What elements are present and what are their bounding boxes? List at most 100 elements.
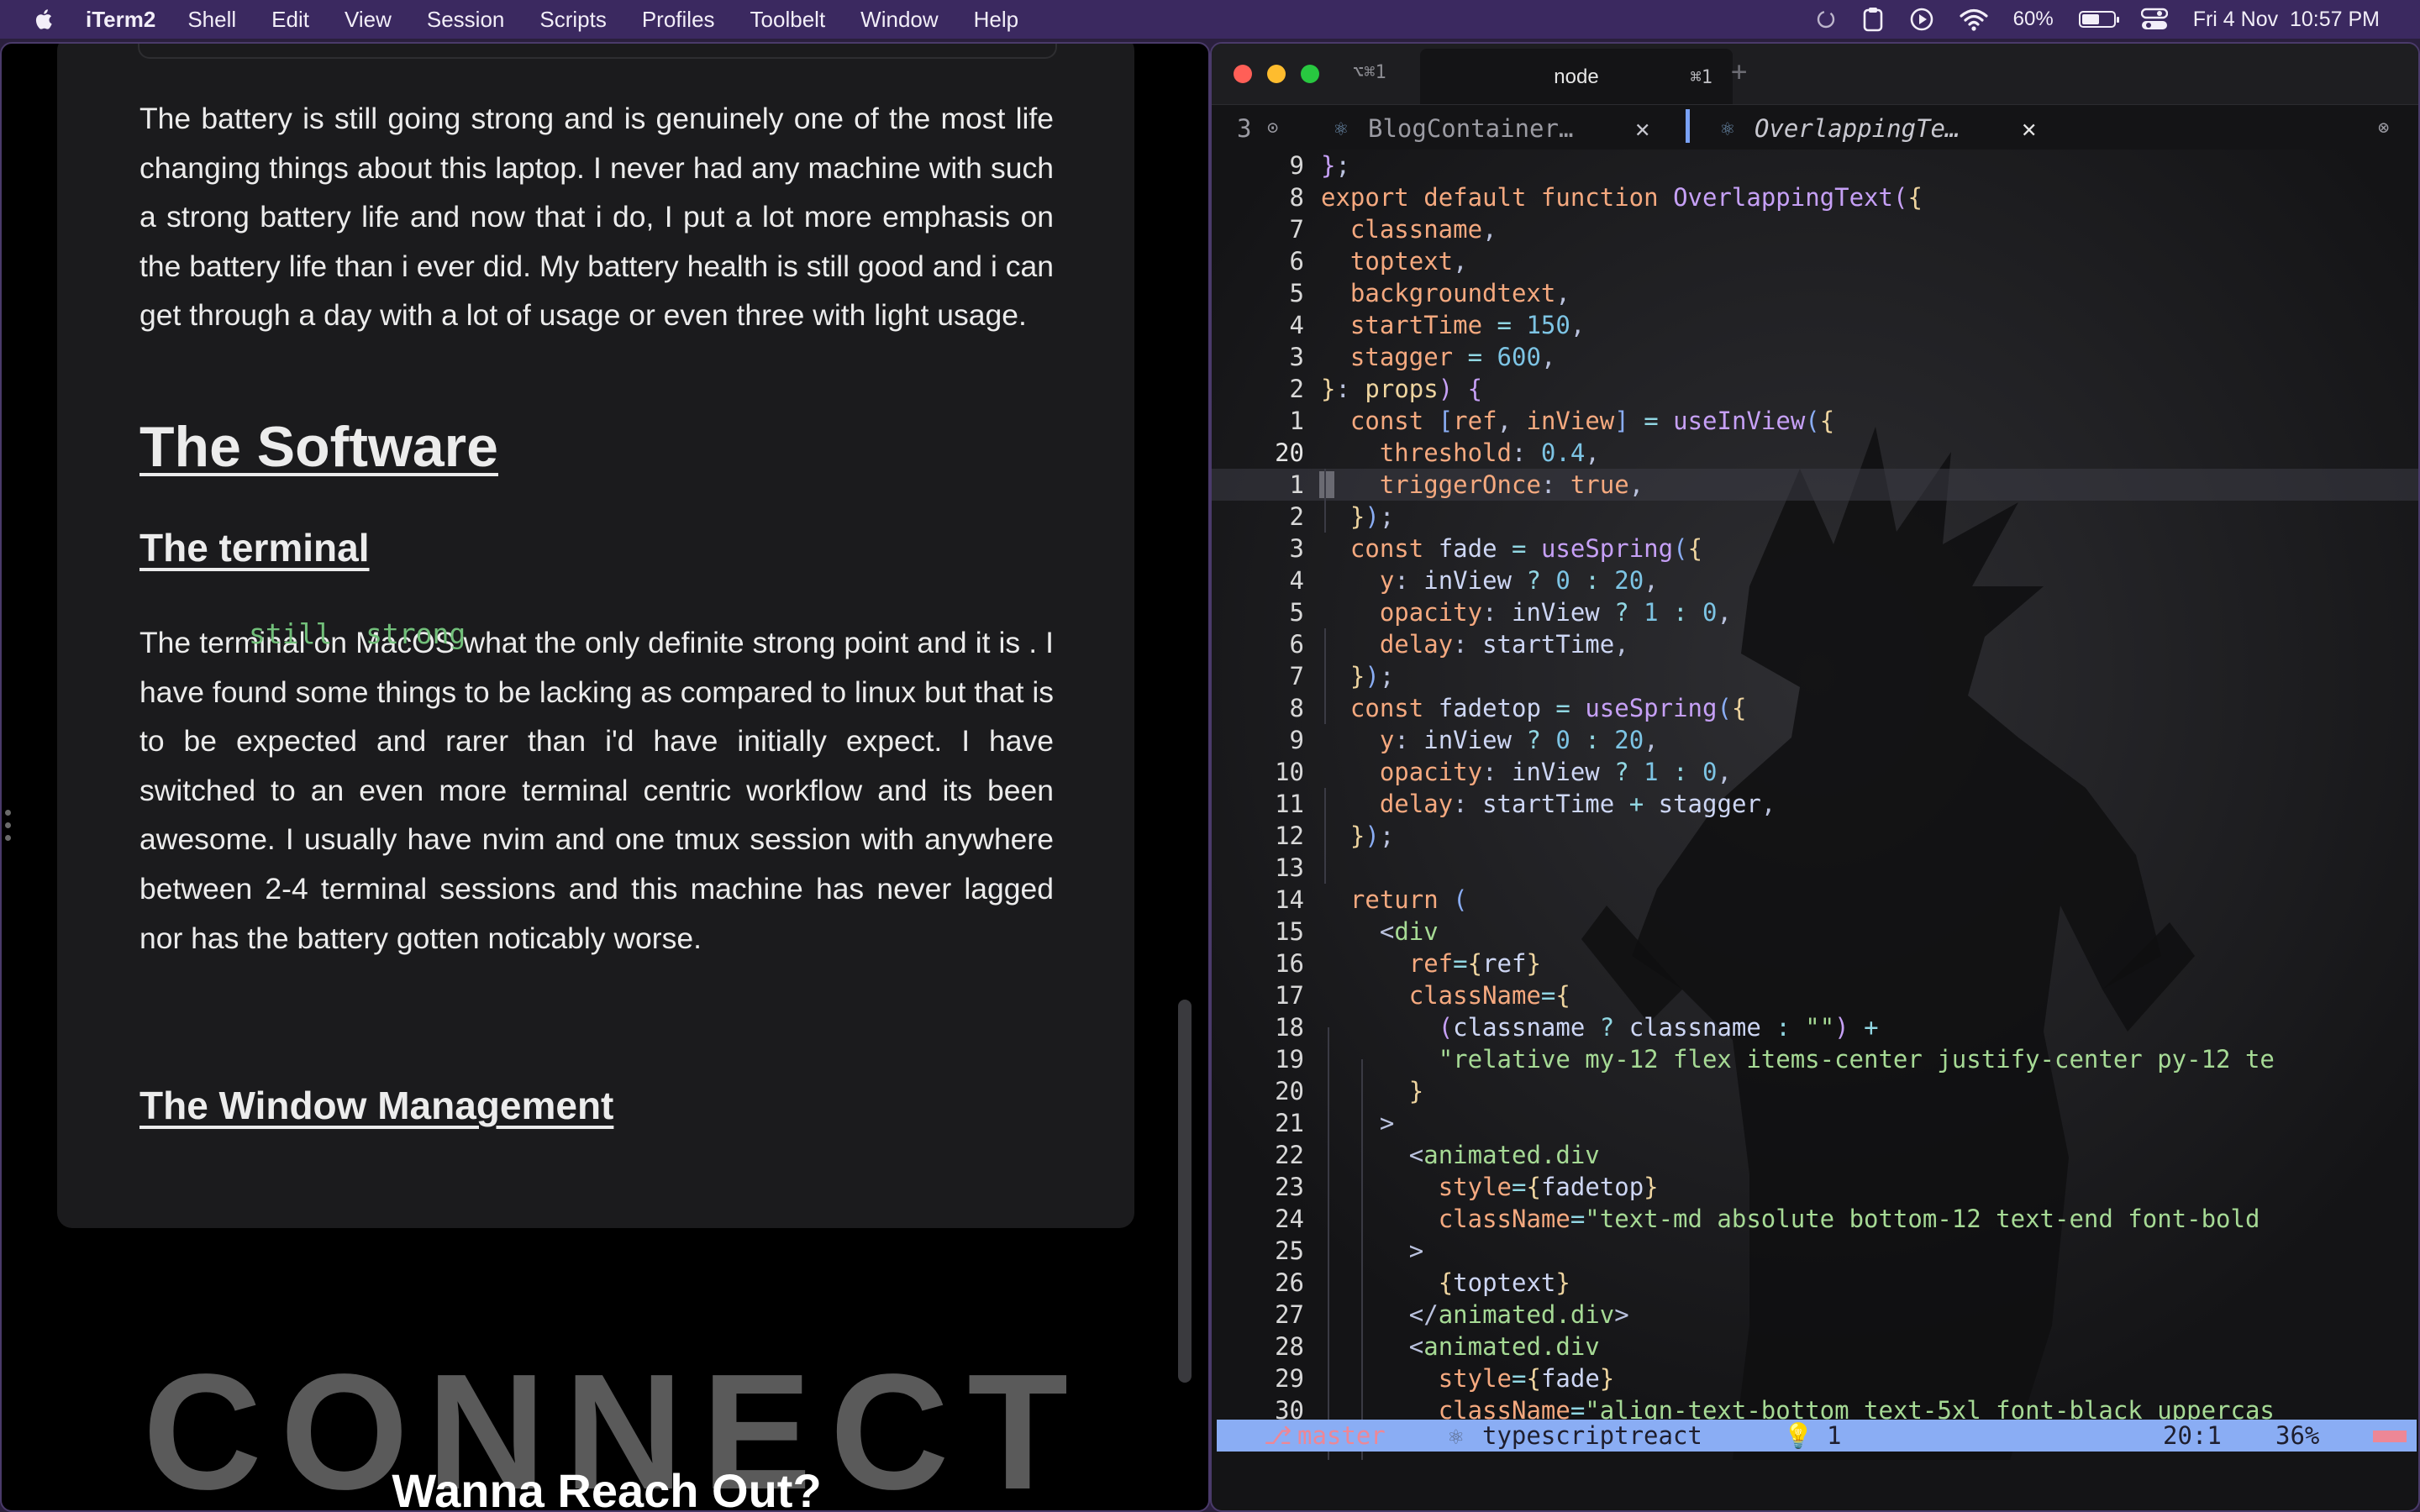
code-line[interactable]: }); <box>1321 820 1394 852</box>
line-number: 19 <box>1275 1045 1304 1074</box>
line-number: 20 <box>1275 438 1304 467</box>
play-icon[interactable] <box>1909 7 1934 32</box>
code-line[interactable]: "relative my-12 flex items-center justif… <box>1321 1043 2275 1075</box>
line-number: 13 <box>1275 853 1304 882</box>
code-line[interactable]: const fade = useSpring({ <box>1321 533 1702 564</box>
status-items: 60% Fri 4 Nov 10:57 PM <box>1815 0 2380 39</box>
code-line[interactable]: {toptext} <box>1321 1267 1570 1299</box>
code-line[interactable]: <div <box>1321 916 1439 948</box>
code-line[interactable]: }); <box>1321 501 1394 533</box>
code-line[interactable]: (classname ? classname : "") + <box>1321 1011 1879 1043</box>
line-number: 20 <box>1275 1077 1304 1105</box>
nvim-bufferline: 3 ⊙ ⚛ BlogContainer… ✕ ⚛ OverlappingTe… … <box>1212 104 2418 150</box>
card-inner-edge <box>138 44 1057 59</box>
code-line[interactable]: ref={ref} <box>1321 948 1541 979</box>
window-resize-handle[interactable] <box>5 810 12 850</box>
code-line[interactable]: style={fadetop} <box>1321 1171 1659 1203</box>
code-line[interactable]: startTime = 150, <box>1321 309 1585 341</box>
scrollbar-thumb[interactable] <box>1178 1000 1192 1383</box>
active-buffer-indicator <box>1686 109 1690 143</box>
code-line[interactable]: stagger = 600, <box>1321 341 1555 373</box>
reach-out-heading: Wanna Reach Out? <box>392 1464 822 1512</box>
sync-icon[interactable] <box>1815 8 1837 30</box>
code-line[interactable]: }: props) { <box>1321 373 1482 405</box>
buffer-tab-overlappingtext[interactable]: OverlappingTe… <box>1754 114 1960 143</box>
code-line[interactable]: classname, <box>1321 213 1497 245</box>
heading-window-management: The Window Management <box>139 1084 614 1127</box>
menu-shell[interactable]: Shell <box>187 7 236 33</box>
code-line[interactable]: > <box>1321 1107 1394 1139</box>
control-center-icon[interactable] <box>2140 8 2168 31</box>
buffer-nav-icon[interactable]: ⊙ <box>1267 118 1278 139</box>
line-number: 25 <box>1275 1236 1304 1265</box>
menu-view[interactable]: View <box>345 7 392 33</box>
code-line[interactable]: </animated.div> <box>1321 1299 1629 1331</box>
code-line[interactable]: } <box>1321 1075 1423 1107</box>
minimize-window-button[interactable] <box>1267 65 1286 83</box>
code-line[interactable]: opacity: inView ? 1 : 0, <box>1321 596 1732 628</box>
code-line[interactable]: className={ <box>1321 979 1570 1011</box>
close-all-icon[interactable]: ⊗ <box>2378 118 2389 139</box>
code-editor[interactable]: 9 8 7 6 5 4 3 2 1 20 1 2 3 4 5 6 7 8 9 10 11 12 13 14 15 16 17 18 19… <box>1212 150 2418 1460</box>
code-line[interactable]: y: inView ? 0 : 20, <box>1321 724 1659 756</box>
menu-scripts[interactable]: Scripts <box>539 7 606 33</box>
new-tab-icon[interactable]: + <box>1731 55 1747 87</box>
code-line[interactable]: opacity: inView ? 1 : 0, <box>1321 756 1732 788</box>
close-buffer-icon[interactable]: ✕ <box>2022 114 2036 143</box>
close-buffer-icon[interactable]: ✕ <box>1635 114 1649 143</box>
menu-session[interactable]: Session <box>427 7 505 33</box>
code-line[interactable]: }; <box>1321 150 1350 181</box>
scroll-indicator <box>2373 1431 2407 1442</box>
clock[interactable]: Fri 4 Nov 10:57 PM <box>2193 8 2380 32</box>
menu-profiles[interactable]: Profiles <box>642 7 715 33</box>
menu-help[interactable]: Help <box>974 7 1018 33</box>
code-line[interactable]: triggerOnce: true, <box>1321 469 1644 501</box>
filetype: typescriptreact <box>1482 1421 1702 1450</box>
apple-icon[interactable] <box>32 7 57 32</box>
code-line[interactable]: }); <box>1321 660 1394 692</box>
paragraph-battery: The battery is still going strong and is… <box>139 102 1054 333</box>
line-number: 28 <box>1275 1332 1304 1361</box>
zoom-window-button[interactable] <box>1301 65 1319 83</box>
battery-percent[interactable]: 60% <box>2013 8 2054 31</box>
code-line[interactable]: return ( <box>1321 884 1468 916</box>
line-number: 3 <box>1289 343 1304 371</box>
buffer-tab-blogcontainer[interactable]: BlogContainer… <box>1368 114 1573 143</box>
code-line[interactable]: const [ref, inView] = useInView({ <box>1321 405 1834 437</box>
line-number: 18 <box>1275 1013 1304 1042</box>
paragraph-terminal: The terminal on MacOS what the only defi… <box>139 618 1054 963</box>
line-number: 1 <box>1289 470 1304 499</box>
menu-bar: iTerm2 Shell Edit View Session Scripts P… <box>0 0 2420 39</box>
battery-icon[interactable] <box>2078 11 2119 28</box>
code-line[interactable]: y: inView ? 0 : 20, <box>1321 564 1659 596</box>
line-number: 6 <box>1289 247 1304 276</box>
menu-window[interactable]: Window <box>860 7 938 33</box>
wifi-icon[interactable] <box>1960 8 1988 31</box>
line-number: 8 <box>1289 183 1304 212</box>
code-line[interactable]: > <box>1321 1235 1423 1267</box>
code-line[interactable]: const fadetop = useSpring({ <box>1321 692 1746 724</box>
tab-shortcut-label[interactable]: ⌥⌘1 <box>1353 62 1386 83</box>
code-line[interactable]: <animated.div <box>1321 1331 1600 1362</box>
line-number: 17 <box>1275 981 1304 1010</box>
code-line[interactable]: <animated.div <box>1321 1139 1600 1171</box>
line-number: 26 <box>1275 1268 1304 1297</box>
code-line[interactable]: backgroundtext, <box>1321 277 1570 309</box>
tab-node[interactable]: node ⌘1 <box>1420 49 1733 104</box>
app-name-menu[interactable]: iTerm2 <box>86 7 155 33</box>
code-line[interactable]: delay: startTime, <box>1321 628 1629 660</box>
clipboard-icon[interactable] <box>1862 7 1884 32</box>
line-number: 22 <box>1275 1141 1304 1169</box>
nvim-statusline: ⎇ master ⚛ typescriptreact 💡 1 20:1 36% <box>1217 1420 2417 1452</box>
menu-edit[interactable]: Edit <box>271 7 309 33</box>
code-line[interactable]: style={fade} <box>1321 1362 1615 1394</box>
code-line[interactable]: delay: startTime + stagger, <box>1321 788 1776 820</box>
code-line[interactable]: toptext, <box>1321 245 1468 277</box>
battery-level <box>2081 14 2099 24</box>
code-line[interactable]: threshold: 0.4, <box>1321 437 1600 469</box>
code-line[interactable]: export default function OverlappingText(… <box>1321 181 1923 213</box>
code-line[interactable]: className="text-md absolute bottom-12 te… <box>1321 1203 2260 1235</box>
close-window-button[interactable] <box>1234 65 1252 83</box>
menu-toolbelt[interactable]: Toolbelt <box>750 7 826 33</box>
line-number: 9 <box>1289 151 1304 180</box>
